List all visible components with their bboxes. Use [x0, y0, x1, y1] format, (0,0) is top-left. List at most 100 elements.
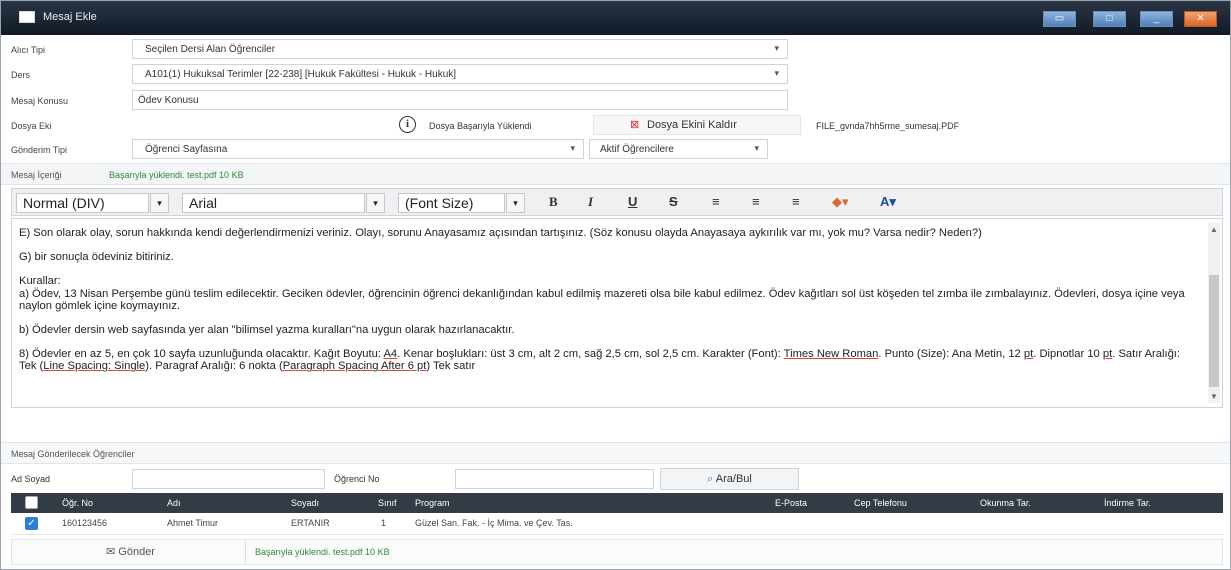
- delivery-label: Gönderim Tipi: [11, 145, 68, 155]
- align-right-icon[interactable]: ≡: [792, 194, 800, 209]
- subject-label: Mesaj Konusu: [11, 96, 69, 106]
- student-filter-select[interactable]: Aktif Öğrencilere ▾: [589, 139, 768, 159]
- font-value: Arial: [189, 195, 218, 211]
- message-content-header: Mesaj İçeriği Başarıyla yüklendi. test.p…: [1, 163, 1230, 185]
- send-button[interactable]: ✉ Gönder: [16, 541, 246, 563]
- message-content-label: Mesaj İçeriği: [11, 170, 62, 180]
- attachment-row: Dosya Eki i Dosya Başarıyla Yüklendi ⊠ D…: [1, 115, 1230, 137]
- paragraph-a: a) Ödev, 13 Nisan Perşembe günü teslim e…: [19, 287, 1185, 312]
- italic-button[interactable]: I: [588, 194, 593, 210]
- table-row[interactable]: ✓ 160123456 Ahmet Timur ERTANIR 1 Güzel …: [11, 513, 1223, 535]
- maximize-button[interactable]: □: [1093, 11, 1126, 27]
- column-header[interactable]: Öğr. No: [62, 498, 93, 508]
- scroll-down-icon[interactable]: ▼: [1210, 392, 1218, 401]
- name-search-label: Ad Soyad: [11, 474, 51, 484]
- attachment-label: Dosya Eki: [11, 121, 52, 131]
- recipients-label: Mesaj Gönderilecek Öğrenciler: [11, 449, 135, 459]
- align-center-icon[interactable]: ≡: [752, 194, 760, 209]
- student-no-cell: 160123456: [62, 518, 108, 528]
- recipient-type-row: Alıcı Tipi Seçilen Dersi Alan Öğrenciler…: [1, 39, 1230, 61]
- student-no-input[interactable]: [455, 469, 654, 489]
- font-size-value: (Font Size): [405, 195, 474, 211]
- format-value: Normal (DIV): [23, 195, 105, 211]
- minimize-button[interactable]: _: [1140, 11, 1173, 27]
- chevron-down-icon: ▾: [150, 193, 169, 213]
- format-select[interactable]: Normal (DIV) ▾: [16, 193, 169, 213]
- scroll-up-icon[interactable]: ▲: [1210, 225, 1218, 234]
- column-header[interactable]: Soyadı: [291, 498, 319, 508]
- bold-button[interactable]: B: [549, 194, 558, 210]
- delivery-type-select[interactable]: Öğrenci Sayfasına ▾: [132, 139, 584, 159]
- remove-attachment-button[interactable]: ⊠ Dosya Ekini Kaldır: [593, 115, 801, 135]
- search-button-label: Ara/Bul: [715, 473, 752, 485]
- send-icon: ✉: [106, 546, 116, 558]
- delivery-type-value: Öğrenci Sayfasına: [145, 144, 228, 155]
- text-segment: . Punto (Size): Ana Metin, 12: [878, 348, 1024, 361]
- column-header[interactable]: İndirme Tar.: [1104, 498, 1151, 508]
- strikethrough-button[interactable]: S: [669, 194, 678, 209]
- recipients-header: Mesaj Gönderilecek Öğrenciler: [1, 442, 1230, 464]
- text-segment: . Kenar boşlukları: üst 3 cm, alt 2 cm, …: [397, 348, 784, 361]
- window-title: Mesaj Ekle: [43, 11, 97, 23]
- column-header[interactable]: E-Posta: [775, 498, 807, 508]
- paragraph-8: 8) Ödevler en az 5, en çok 10 sayfa uzun…: [19, 348, 1199, 372]
- recipient-search-row: Ad Soyad Öğrenci No ⌕ Ara/Bul: [1, 467, 1230, 491]
- subject-row: Mesaj Konusu Ödev Konusu: [1, 90, 1230, 112]
- recipient-type-label: Alıcı Tipi: [11, 45, 46, 55]
- font-color-icon[interactable]: A▾: [880, 194, 896, 210]
- text-segment: pt: [1102, 348, 1113, 361]
- course-row: Ders A101(1) Hukuksal Terimler [22-238] …: [1, 64, 1230, 86]
- chevron-down-icon: ▾: [366, 193, 385, 213]
- chevron-down-icon: ▾: [774, 68, 779, 78]
- text-segment: Times New Roman: [783, 348, 879, 361]
- dialog-footer: ✉ Gönder Başarıyla yüklendi. test.pdf 10…: [11, 539, 1223, 565]
- student-filter-value: Aktif Öğrencilere: [600, 144, 674, 155]
- align-left-icon[interactable]: ≡: [712, 194, 720, 209]
- chevron-down-icon: ▾: [774, 43, 779, 53]
- font-select[interactable]: Arial ▾: [182, 193, 385, 213]
- close-button[interactable]: ✕: [1184, 11, 1217, 27]
- highlight-color-icon[interactable]: ◆▾: [832, 194, 849, 210]
- send-button-label: Gönder: [118, 546, 155, 558]
- recipient-type-value: Seçilen Dersi Alan Öğrenciler: [145, 44, 276, 55]
- remove-attachment-label: Dosya Ekini Kaldır: [647, 119, 737, 131]
- delivery-row: Gönderim Tipi Öğrenci Sayfasına ▾ Aktif …: [1, 139, 1230, 161]
- paragraph-g: G) bir sonuçla ödeviniz bitiriniz.: [19, 251, 174, 264]
- text-segment: A4: [383, 348, 398, 361]
- scrollbar-thumb[interactable]: [1209, 275, 1219, 387]
- search-button[interactable]: ⌕ Ara/Bul: [660, 468, 799, 490]
- course-value: A101(1) Hukuksal Terimler [22-238] [Huku…: [145, 69, 457, 80]
- row-checkbox[interactable]: ✓: [25, 517, 38, 530]
- column-header[interactable]: Okunma Tar.: [980, 498, 1031, 508]
- program-cell: Güzel San. Fak. - İç Mima. ve Çev. Tas.: [415, 518, 573, 528]
- underline-button[interactable]: U: [628, 194, 637, 209]
- text-segment: ). Paragraf Aralığı: 6 nokta (: [145, 360, 283, 373]
- student-no-label: Öğrenci No: [334, 474, 380, 484]
- restore-button[interactable]: ▭: [1043, 11, 1076, 27]
- text-segment: Line Spacing: Single: [43, 360, 146, 373]
- subject-value: Ödev Konusu: [138, 95, 199, 106]
- chevron-down-icon: ▾: [506, 193, 525, 213]
- subject-input[interactable]: Ödev Konusu: [132, 90, 788, 110]
- message-editor[interactable]: E) Son olarak olay, sorun hakkında kendi…: [11, 218, 1223, 408]
- message-upload-status: Başarıyla yüklendi. test.pdf 10 KB: [109, 170, 244, 180]
- message-body: E) Son olarak olay, sorun hakkında kendi…: [19, 227, 1199, 385]
- select-all-checkbox[interactable]: [25, 496, 38, 509]
- column-header[interactable]: Adı: [167, 498, 181, 508]
- recipient-type-select[interactable]: Seçilen Dersi Alan Öğrenciler ▾: [132, 39, 788, 59]
- first-name-cell: Ahmet Timur: [167, 518, 219, 528]
- font-size-select[interactable]: (Font Size) ▾: [398, 193, 525, 213]
- name-search-input[interactable]: [132, 469, 325, 489]
- student-table-header: Öğr. No Adı Soyadı Sınıf Program E-Posta…: [11, 493, 1223, 513]
- column-header[interactable]: Program: [415, 498, 450, 508]
- message-dialog: Mesaj Ekle ▭ □ _ ✕ Alıcı Tipi Seçilen De…: [0, 0, 1231, 570]
- remove-file-icon: ⊠: [630, 119, 640, 131]
- course-select[interactable]: A101(1) Hukuksal Terimler [22-238] [Huku…: [132, 64, 788, 84]
- editor-scrollbar[interactable]: ▲ ▼: [1208, 223, 1220, 403]
- info-icon: i: [399, 116, 416, 133]
- course-label: Ders: [11, 70, 31, 80]
- column-header[interactable]: Cep Telefonu: [854, 498, 907, 508]
- window-icon: [19, 11, 35, 23]
- column-header[interactable]: Sınıf: [378, 498, 397, 508]
- chevron-down-icon: ▾: [570, 143, 575, 153]
